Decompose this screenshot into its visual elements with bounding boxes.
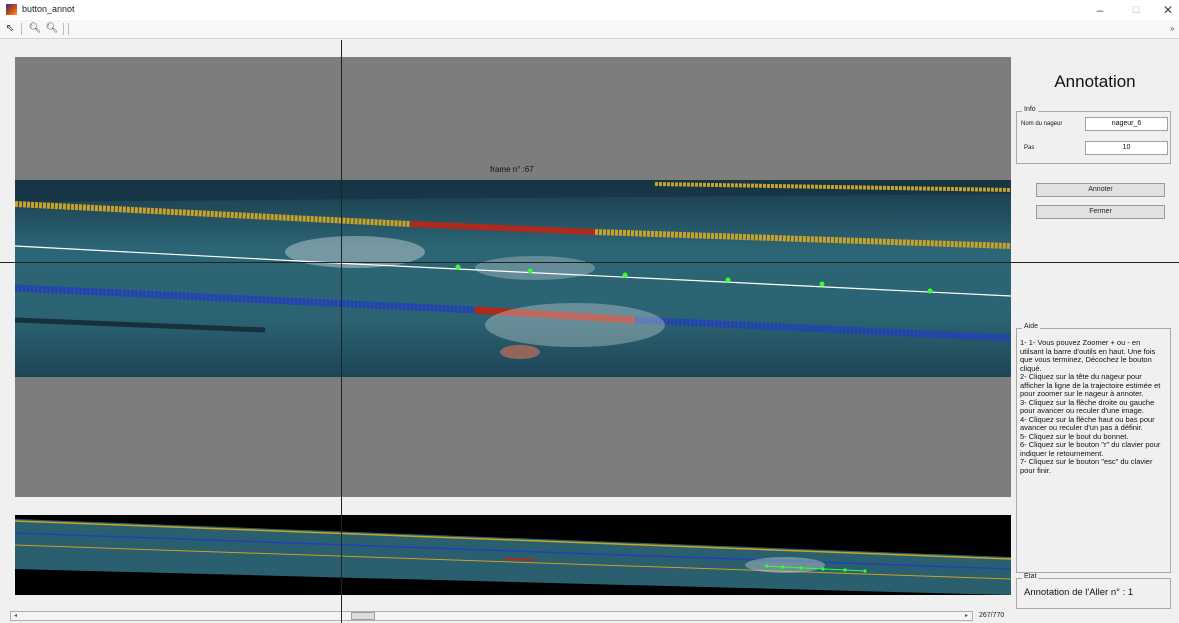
annotation-point [819,281,825,287]
annotation-point [927,288,933,294]
frame-number-label: frame n° :67 [490,165,534,174]
overview-drawing [15,519,1011,595]
help-legend: Aide [1022,323,1041,330]
close-button[interactable]: Fermer [1036,205,1165,219]
zoom-in-icon[interactable]: 🔍︎ [28,22,42,36]
pool-frame-drawing [15,180,1011,377]
overview-thumbnail-axes[interactable] [15,515,1011,595]
toolbar-separator [68,23,69,35]
toolbar-separator [21,23,22,35]
status-text: Annotation de l'Aller n° : 1 [1024,587,1134,598]
annotate-button[interactable]: Annoter [1036,183,1165,197]
figure-toolbar: ⇖ 🔍︎ 🔍︎ » [0,20,1179,39]
pool-frame-image[interactable] [15,180,1011,377]
annotation-point [622,272,628,278]
frame-scrollbar[interactable]: ◂ ▸ [10,611,973,621]
overview-point [863,569,867,573]
swimmer-splash [285,236,425,268]
overview-point [765,564,769,568]
crosshair-horizontal [0,262,1179,263]
swimmer-arm [500,345,540,359]
overview-point [821,567,825,571]
scroll-right-arrow-icon[interactable]: ▸ [962,612,971,620]
overview-lane-red [504,558,536,561]
zoom-out-icon[interactable]: 🔍︎ [45,22,59,36]
swimmer-name-label: Nom du nageur [1021,121,1063,127]
close-window-button[interactable]: ✕ [1154,2,1179,18]
overview-point [781,565,785,569]
panel-title: Annotation [1054,72,1136,91]
overview-pool [15,519,1011,595]
status-legend: Etat [1022,573,1039,580]
annotation-point [455,264,461,270]
swimmer-splash [485,303,665,347]
maximize-button[interactable]: ☐ [1122,2,1150,18]
matlab-app-icon [6,4,17,15]
frame-counter: 267/770 [979,612,1005,619]
crosshair-vertical [341,40,342,623]
overview-splash [745,557,825,573]
minimize-button[interactable]: – [1086,2,1114,18]
annotation-point [725,277,731,283]
scroll-left-arrow-icon[interactable]: ◂ [11,612,20,620]
info-legend: Info [1022,106,1038,113]
step-label: Pas [1024,145,1035,151]
frame-scrollbar-thumb[interactable] [351,612,375,620]
title-bar: button_annot – ☐ ✕ [0,0,1179,20]
toolbar-overflow-icon[interactable]: » [1170,24,1174,33]
swimmer-name-input[interactable]: nageur_6 [1085,117,1168,131]
swimmer-splash [475,256,595,280]
annotation-point [527,268,533,274]
help-instructions: 1- 1- Vous pouvez Zoomer + ou - en utils… [1020,338,1161,475]
toolbar-separator [63,23,64,35]
window-title: button_annot [22,4,75,14]
overview-point [799,566,803,570]
pointer-tool-icon[interactable]: ⇖ [3,22,17,36]
overview-point [843,568,847,572]
step-input[interactable]: 10 [1085,141,1168,155]
